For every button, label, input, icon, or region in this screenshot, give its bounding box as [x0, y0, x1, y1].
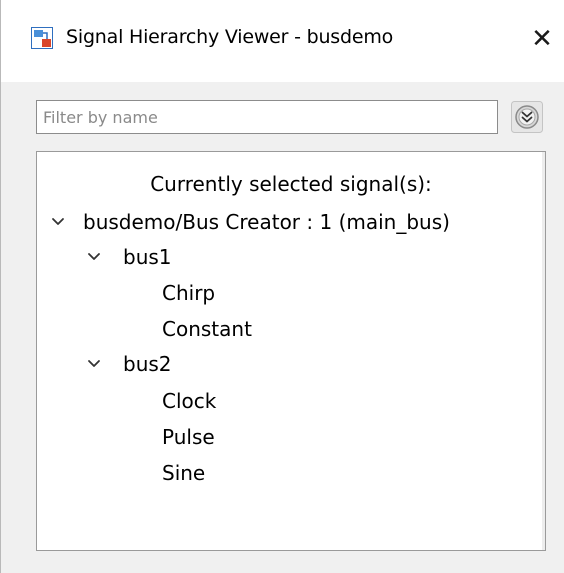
filter-by-name-input[interactable]: [36, 100, 498, 134]
tree-node-main-bus[interactable]: busdemo/Bus Creator : 1 (main_bus): [51, 207, 531, 237]
tree-node-label: Pulse: [162, 425, 215, 449]
tree-node-label: Sine: [162, 461, 206, 485]
double-chevron-down-circle-icon: [511, 101, 543, 133]
vertical-scrollbar[interactable]: [542, 152, 545, 550]
signal-tree-panel[interactable]: Currently selected signal(s): busdemo/Bu…: [36, 151, 546, 551]
tree-node-label: bus2: [123, 352, 172, 376]
tree-node-bus1[interactable]: bus1: [87, 242, 287, 272]
tree-node-label: busdemo/Bus Creator : 1 (main_bus): [83, 210, 450, 234]
tree-node-label: Clock: [162, 389, 217, 413]
tree-node-label: bus1: [123, 245, 172, 269]
chevron-down-icon[interactable]: [51, 217, 65, 227]
chevron-down-icon[interactable]: [87, 252, 101, 262]
signal-hierarchy-viewer-window: Signal Hierarchy Viewer - busdemo ✕ Curr…: [0, 0, 564, 573]
tree-node-bus2[interactable]: bus2: [87, 349, 287, 379]
simulink-model-icon: [31, 27, 53, 49]
tree-node-label: Constant: [162, 317, 252, 341]
window-title: Signal Hierarchy Viewer - busdemo: [66, 26, 394, 48]
chevron-down-icon[interactable]: [87, 359, 101, 369]
title-bar[interactable]: Signal Hierarchy Viewer - busdemo ✕: [1, 0, 564, 82]
tree-node-label: Chirp: [162, 281, 216, 305]
close-button[interactable]: ✕: [525, 22, 559, 56]
filter-options-button[interactable]: [511, 101, 543, 133]
close-icon: ✕: [531, 24, 553, 54]
panel-header: Currently selected signal(s):: [150, 172, 432, 196]
